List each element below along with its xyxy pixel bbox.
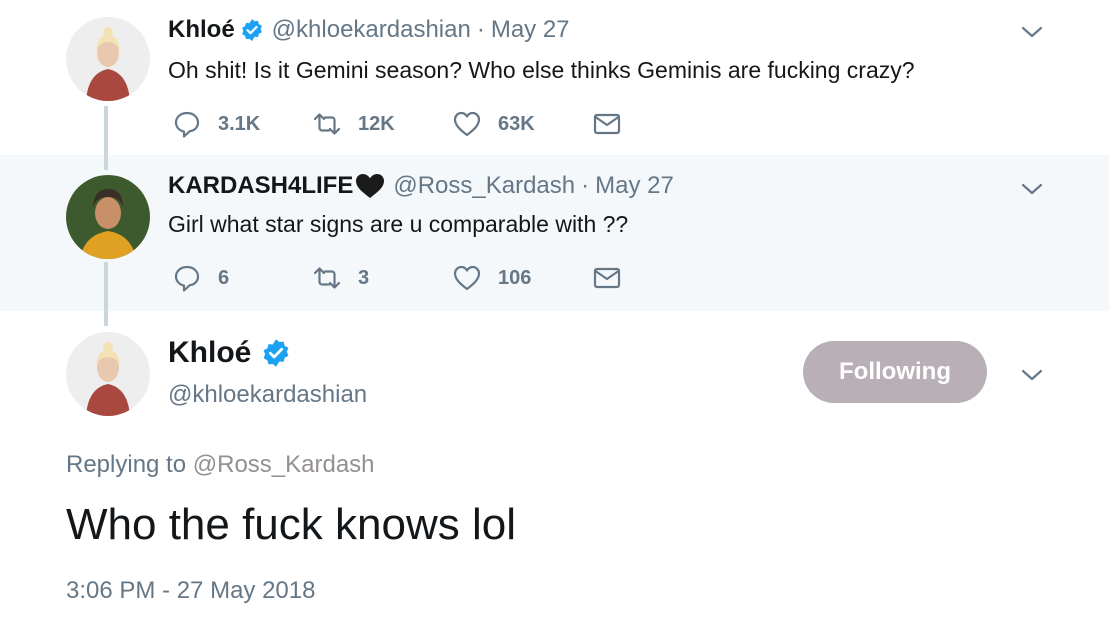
black-heart-icon xyxy=(356,174,385,198)
retweet-icon xyxy=(313,267,341,289)
replying-to-line: Replying to @Ross_Kardash xyxy=(66,451,375,479)
retweet-button[interactable]: 12K xyxy=(312,108,395,140)
avatar-kardash4life[interactable] xyxy=(66,175,150,259)
tweet-header: KARDASH4LIFE @Ross_Kardash · May 27 xyxy=(168,172,674,200)
verified-badge-icon xyxy=(241,19,262,41)
verified-badge-icon xyxy=(263,339,289,367)
tweet-date[interactable]: May 27 xyxy=(595,172,674,200)
thread-connector-line xyxy=(104,106,108,170)
avatar-khloe[interactable] xyxy=(66,332,150,416)
avatar-khloe[interactable] xyxy=(66,17,150,101)
author-handle[interactable]: @Ross_Kardash xyxy=(393,172,575,200)
message-button[interactable] xyxy=(592,108,622,140)
envelope-icon xyxy=(593,267,621,289)
retweet-count: 12K xyxy=(358,112,395,135)
author-name[interactable]: KARDASH4LIFE xyxy=(168,172,353,200)
chevron-down-icon[interactable] xyxy=(1020,181,1044,197)
reply-count: 3.1K xyxy=(218,112,261,135)
heart-icon xyxy=(453,111,481,137)
separator-dot: · xyxy=(476,16,485,43)
chevron-down-icon[interactable] xyxy=(1020,367,1044,383)
reply-button[interactable]: 3.1K xyxy=(172,108,260,140)
main-tweet-text: Who the fuck knows lol xyxy=(66,500,516,549)
tweet-text: Oh shit! Is it Gemini season? Who else t… xyxy=(168,57,915,83)
tweet-kardash4life[interactable]: KARDASH4LIFE @Ross_Kardash · May 27 Girl… xyxy=(0,155,1109,311)
reply-count: 6 xyxy=(218,266,230,289)
reply-button[interactable]: 6 xyxy=(172,262,229,294)
author-name[interactable]: Khloé xyxy=(168,336,251,370)
retweet-button[interactable]: 3 xyxy=(312,262,369,294)
author-handle[interactable]: @khloekardashian xyxy=(272,16,471,44)
like-count: 106 xyxy=(498,266,532,289)
following-button[interactable]: Following xyxy=(803,341,987,403)
heart-icon xyxy=(453,265,481,291)
reply-icon xyxy=(174,265,200,292)
tweet-timestamp[interactable]: 3:06 PM - 27 May 2018 xyxy=(66,577,315,605)
tweet-header: Khloé @khloekardashian · May 27 xyxy=(168,16,570,44)
author-handle[interactable]: @khloekardashian xyxy=(168,381,367,409)
reply-icon xyxy=(174,111,200,138)
like-button[interactable]: 106 xyxy=(452,262,531,294)
retweet-count: 3 xyxy=(358,266,370,289)
replying-mention-link[interactable]: @Ross_Kardash xyxy=(193,451,375,478)
message-button[interactable] xyxy=(592,262,622,294)
envelope-icon xyxy=(593,113,621,135)
replying-label: Replying to xyxy=(66,451,187,478)
retweet-icon xyxy=(313,113,341,135)
author-name[interactable]: Khloé xyxy=(168,16,235,44)
separator-dot: · xyxy=(581,172,590,199)
chevron-down-icon[interactable] xyxy=(1020,24,1044,40)
like-count: 63K xyxy=(498,112,535,135)
main-author: Khloé xyxy=(168,336,299,370)
tweet-text: Girl what star signs are u comparable wi… xyxy=(168,211,629,237)
tweet-khloe[interactable]: Khloé @khloekardashian · May 27 Oh shit!… xyxy=(0,0,1109,155)
like-button[interactable]: 63K xyxy=(452,108,535,140)
tweet-date[interactable]: May 27 xyxy=(491,16,570,44)
thread-connector-line xyxy=(104,262,108,326)
